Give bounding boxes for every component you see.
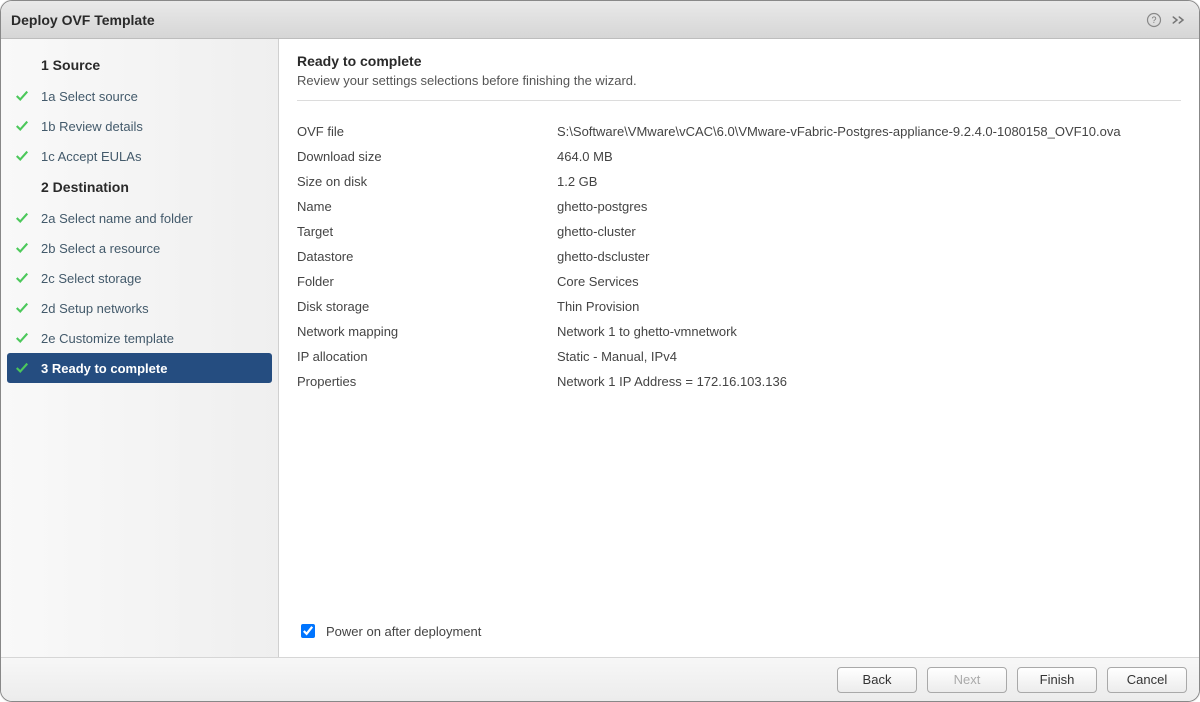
power-on-row: Power on after deployment	[297, 611, 1181, 657]
summary-value: Static - Manual, IPv4	[557, 349, 1181, 364]
nav-step-accept-eulas[interactable]: 1c Accept EULAs	[7, 141, 272, 171]
summary-value: ghetto-cluster	[557, 224, 1181, 239]
check-icon	[15, 119, 41, 133]
summary-key: OVF file	[297, 124, 557, 139]
summary-row: OVF fileS:\Software\VMware\vCAC\6.0\VMwa…	[297, 119, 1181, 144]
summary-row: IP allocationStatic - Manual, IPv4	[297, 344, 1181, 369]
wizard-content: Ready to complete Review your settings s…	[279, 39, 1199, 657]
check-icon	[15, 271, 41, 285]
check-icon	[15, 301, 41, 315]
nav-label: 2c Select storage	[41, 271, 141, 286]
summary-row: Download size464.0 MB	[297, 144, 1181, 169]
svg-text:?: ?	[1151, 15, 1156, 25]
summary-row: Network mappingNetwork 1 to ghetto-vmnet…	[297, 319, 1181, 344]
nav-step-select-source[interactable]: 1a Select source	[7, 81, 272, 111]
nav-step-review-details[interactable]: 1b Review details	[7, 111, 272, 141]
power-on-checkbox[interactable]	[301, 624, 315, 638]
summary-row: Datastoreghetto-dscluster	[297, 244, 1181, 269]
wizard-nav: 1 Source 1a Select source 1b Review deta…	[1, 39, 279, 657]
wizard-body: 1 Source 1a Select source 1b Review deta…	[1, 39, 1199, 657]
summary-value: Network 1 to ghetto-vmnetwork	[557, 324, 1181, 339]
summary-value: 464.0 MB	[557, 149, 1181, 164]
page-subtitle: Review your settings selections before f…	[297, 73, 1181, 88]
summary-row: Disk storageThin Provision	[297, 294, 1181, 319]
summary-key: Properties	[297, 374, 557, 389]
nav-label: 2a Select name and folder	[41, 211, 193, 226]
summary-value: Core Services	[557, 274, 1181, 289]
summary-key: Download size	[297, 149, 557, 164]
summary-row: FolderCore Services	[297, 269, 1181, 294]
check-icon	[15, 89, 41, 103]
power-on-label[interactable]: Power on after deployment	[326, 624, 481, 639]
summary-row: Nameghetto-postgres	[297, 194, 1181, 219]
titlebar: Deploy OVF Template ?	[1, 1, 1199, 39]
check-icon	[15, 211, 41, 225]
expand-icon[interactable]	[1171, 11, 1189, 29]
finish-button[interactable]: Finish	[1017, 667, 1097, 693]
summary-key: Folder	[297, 274, 557, 289]
check-icon	[15, 331, 41, 345]
summary-value: Network 1 IP Address = 172.16.103.136	[557, 374, 1181, 389]
nav-step-select-name-folder[interactable]: 2a Select name and folder	[7, 203, 272, 233]
page-title: Ready to complete	[297, 53, 1181, 69]
settings-summary: OVF fileS:\Software\VMware\vCAC\6.0\VMwa…	[297, 119, 1181, 611]
dialog-title: Deploy OVF Template	[11, 12, 1145, 28]
nav-label: 3 Ready to complete	[41, 361, 167, 376]
nav-label: 2e Customize template	[41, 331, 174, 346]
nav-section-source: 1 Source	[7, 49, 272, 81]
divider	[297, 100, 1181, 101]
nav-label: 1c Accept EULAs	[41, 149, 141, 164]
wizard-footer: Back Next Finish Cancel	[1, 657, 1199, 701]
help-icon[interactable]: ?	[1145, 11, 1163, 29]
check-icon	[15, 361, 41, 375]
summary-key: Disk storage	[297, 299, 557, 314]
summary-row: PropertiesNetwork 1 IP Address = 172.16.…	[297, 369, 1181, 394]
summary-value: ghetto-postgres	[557, 199, 1181, 214]
summary-row: Targetghetto-cluster	[297, 219, 1181, 244]
summary-key: IP allocation	[297, 349, 557, 364]
nav-step-select-storage[interactable]: 2c Select storage	[7, 263, 272, 293]
nav-step-customize-template[interactable]: 2e Customize template	[7, 323, 272, 353]
nav-section-destination: 2 Destination	[7, 171, 272, 203]
summary-key: Size on disk	[297, 174, 557, 189]
check-icon	[15, 149, 41, 163]
next-button[interactable]: Next	[927, 667, 1007, 693]
titlebar-icon-group: ?	[1145, 11, 1189, 29]
nav-label: 1b Review details	[41, 119, 143, 134]
nav-step-ready-to-complete[interactable]: 3 Ready to complete	[7, 353, 272, 383]
summary-value: Thin Provision	[557, 299, 1181, 314]
nav-step-setup-networks[interactable]: 2d Setup networks	[7, 293, 272, 323]
summary-value: 1.2 GB	[557, 174, 1181, 189]
summary-key: Network mapping	[297, 324, 557, 339]
summary-key: Datastore	[297, 249, 557, 264]
check-icon	[15, 241, 41, 255]
nav-label: 2d Setup networks	[41, 301, 149, 316]
summary-value: S:\Software\VMware\vCAC\6.0\VMware-vFabr…	[557, 124, 1181, 139]
nav-step-select-resource[interactable]: 2b Select a resource	[7, 233, 272, 263]
back-button[interactable]: Back	[837, 667, 917, 693]
summary-value: ghetto-dscluster	[557, 249, 1181, 264]
summary-key: Target	[297, 224, 557, 239]
wizard-dialog: Deploy OVF Template ? 1 Source 1a Select…	[0, 0, 1200, 702]
cancel-button[interactable]: Cancel	[1107, 667, 1187, 693]
nav-label: 2b Select a resource	[41, 241, 160, 256]
nav-label: 1a Select source	[41, 89, 138, 104]
summary-key: Name	[297, 199, 557, 214]
summary-row: Size on disk1.2 GB	[297, 169, 1181, 194]
